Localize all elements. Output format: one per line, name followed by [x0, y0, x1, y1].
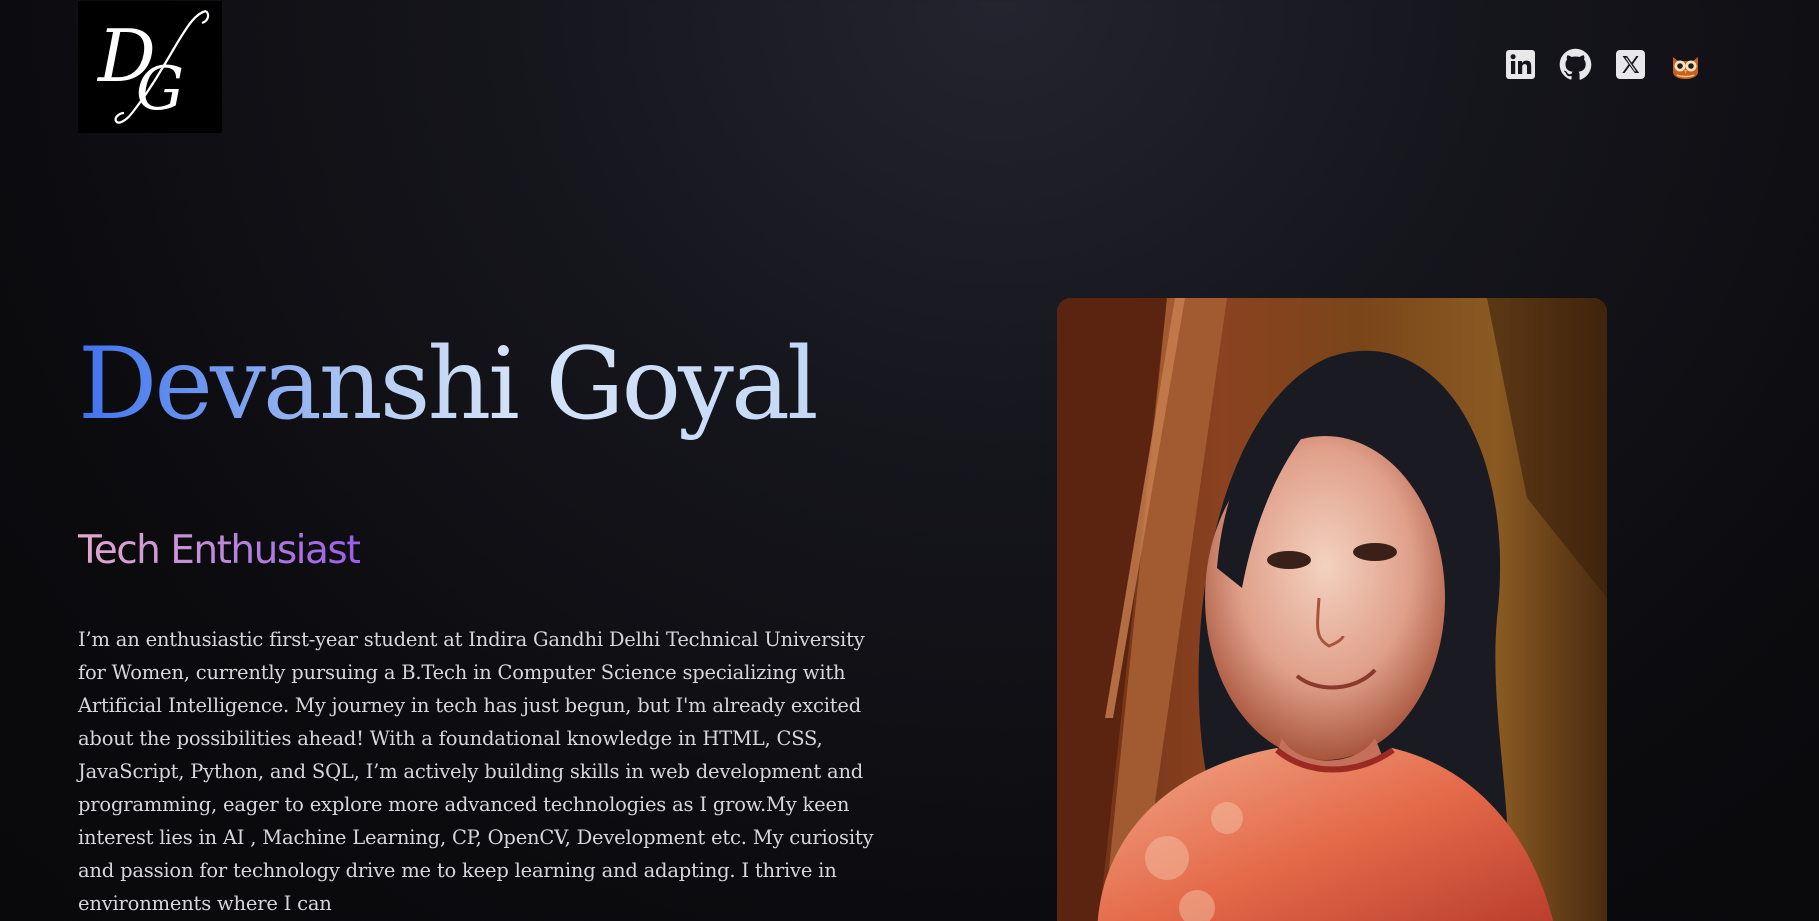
github-icon: [1559, 48, 1592, 80]
owl-icon: [1673, 57, 1698, 79]
profile-photo-image: [1057, 298, 1607, 921]
linkedin-icon: [1506, 50, 1535, 79]
social-links: [1504, 48, 1702, 81]
x-icon: [1616, 50, 1645, 79]
logo-letter-g: G: [136, 54, 184, 124]
hero-bio: I’m an enthusiastic first-year student a…: [78, 628, 874, 915]
site-logo[interactable]: D G: [78, 1, 222, 133]
owl-link[interactable]: [1669, 48, 1702, 81]
profile-photo: [1057, 298, 1607, 921]
linkedin-link[interactable]: [1504, 48, 1537, 81]
hero-name: Devanshi Goyal: [78, 327, 819, 442]
hero-tagline: Tech Enthusiast: [78, 528, 362, 573]
github-link[interactable]: [1559, 48, 1592, 81]
x-link[interactable]: [1614, 48, 1647, 81]
